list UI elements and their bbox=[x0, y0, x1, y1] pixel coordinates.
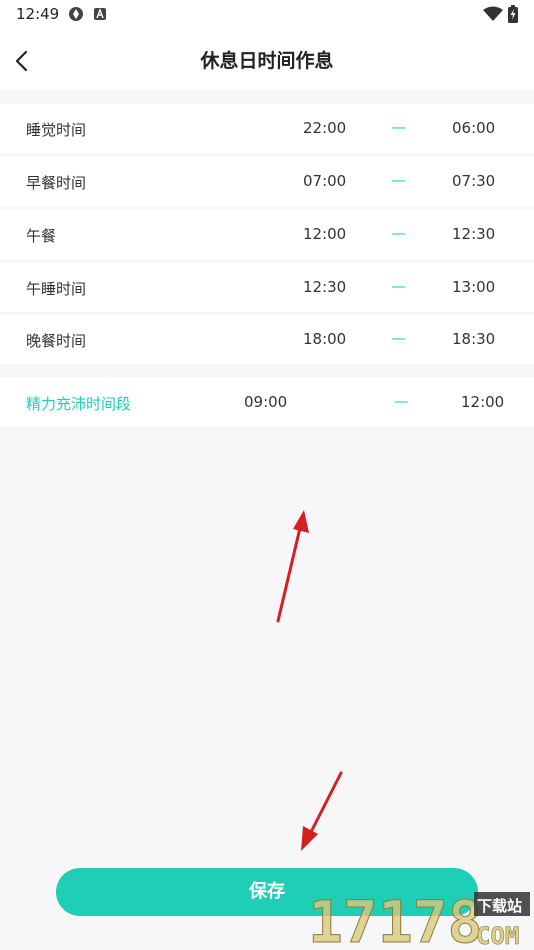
battery-charging-icon bbox=[508, 5, 518, 23]
range-separator: — bbox=[391, 329, 406, 347]
schedule-row-sleep[interactable]: 睡觉时间 22:00 — 06:00 bbox=[0, 104, 534, 153]
range-separator: — bbox=[391, 171, 406, 189]
header: 休息日时间作息 bbox=[0, 28, 534, 90]
end-time[interactable]: 12:30 bbox=[452, 225, 495, 243]
schedule-row-nap[interactable]: 午睡时间 12:30 — 13:00 bbox=[0, 263, 534, 312]
range-separator: — bbox=[394, 392, 409, 410]
status-bar: 12:49 bbox=[0, 0, 534, 28]
row-label: 午睡时间 bbox=[26, 280, 87, 298]
page-title: 休息日时间作息 bbox=[200, 50, 334, 72]
energy-period-label: 精力充沛时间段 bbox=[26, 395, 132, 413]
energy-period-row[interactable]: 精力充沛时间段 09:00 — 12:00 bbox=[0, 377, 534, 427]
range-separator: — bbox=[391, 118, 406, 136]
svg-text:下载站: 下载站 bbox=[477, 897, 522, 915]
wifi-icon bbox=[483, 6, 503, 21]
site-watermark-logo: 17178 下载站 COM bbox=[308, 888, 530, 946]
start-time[interactable]: 12:00 bbox=[303, 225, 346, 243]
app-notification-icon bbox=[94, 8, 106, 20]
end-time[interactable]: 06:00 bbox=[452, 119, 495, 137]
end-time[interactable]: 07:30 bbox=[452, 172, 495, 190]
end-time[interactable]: 18:30 bbox=[452, 330, 495, 348]
start-time[interactable]: 18:00 bbox=[303, 330, 346, 348]
row-label: 晚餐时间 bbox=[26, 332, 87, 350]
end-time[interactable]: 12:00 bbox=[461, 393, 504, 411]
svg-text:COM: COM bbox=[476, 922, 519, 946]
range-separator: — bbox=[391, 277, 406, 295]
start-time[interactable]: 22:00 bbox=[303, 119, 346, 137]
row-label: 午餐 bbox=[26, 227, 57, 245]
range-separator: — bbox=[391, 224, 406, 242]
schedule-row-breakfast[interactable]: 早餐时间 07:00 — 07:30 bbox=[0, 157, 534, 206]
annotation-arrow-up bbox=[276, 510, 309, 623]
end-time[interactable]: 13:00 bbox=[452, 278, 495, 296]
row-label: 早餐时间 bbox=[26, 174, 87, 192]
annotation-arrow-down bbox=[301, 771, 343, 851]
aperture-icon bbox=[69, 7, 83, 21]
start-time[interactable]: 12:30 bbox=[303, 278, 346, 296]
schedule-row-lunch[interactable]: 午餐 12:00 — 12:30 bbox=[0, 210, 534, 259]
start-time[interactable]: 09:00 bbox=[244, 393, 287, 411]
start-time[interactable]: 07:00 bbox=[303, 172, 346, 190]
row-label: 睡觉时间 bbox=[26, 121, 87, 139]
svg-text:17178: 17178 bbox=[308, 888, 483, 946]
schedule-row-dinner[interactable]: 晚餐时间 18:00 — 18:30 bbox=[0, 315, 534, 364]
status-time: 12:49 bbox=[16, 5, 60, 23]
